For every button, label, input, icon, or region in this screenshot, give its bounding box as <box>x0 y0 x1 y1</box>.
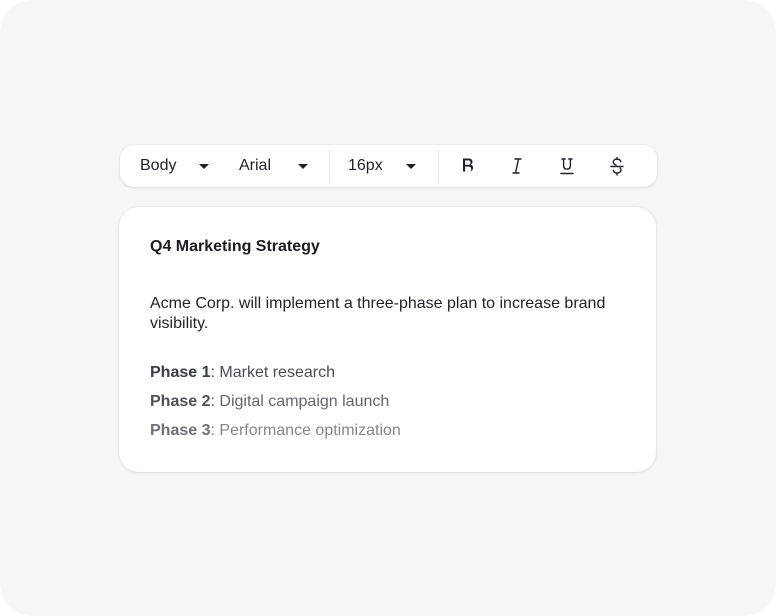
phase-label: Phase 3 <box>150 422 211 439</box>
font-size-value: 16px <box>348 157 383 174</box>
underline-icon <box>560 157 574 174</box>
phase-line-2[interactable]: Phase 2: Digital campaign launch <box>150 393 389 411</box>
italic-button[interactable] <box>503 145 531 187</box>
document-paragraph[interactable]: Acme Corp. will implement a three-phase … <box>150 294 640 334</box>
bold-button[interactable] <box>454 145 482 187</box>
underline-button[interactable] <box>553 145 581 187</box>
document-editor[interactable]: Q4 Marketing Strategy Acme Corp. will im… <box>119 207 656 472</box>
phase-label: Phase 2 <box>150 393 211 410</box>
italic-icon <box>512 158 522 174</box>
toolbar-divider <box>438 150 439 182</box>
text-style-dropdown[interactable]: Body <box>140 145 216 187</box>
app-background: Body Arial 16px Q4 Marketing Strategy Ac… <box>0 0 776 616</box>
phase-text: Market research <box>214 364 335 381</box>
strikethrough-icon <box>610 156 624 176</box>
font-family-value: Arial <box>239 157 272 174</box>
bold-icon <box>463 158 474 172</box>
caret-down-icon <box>199 164 209 169</box>
phase-text: Digital campaign launch <box>214 393 390 410</box>
strikethrough-button[interactable] <box>603 145 631 187</box>
formatting-toolbar: Body Arial 16px <box>120 145 657 187</box>
phase-label: Phase 1 <box>150 364 211 381</box>
caret-down-icon <box>406 164 416 169</box>
document-title[interactable]: Q4 Marketing Strategy <box>150 238 320 256</box>
phase-line-1[interactable]: Phase 1: Market research <box>150 364 335 382</box>
phase-text: Performance optimization <box>214 422 401 439</box>
font-family-dropdown[interactable]: Arial <box>239 145 315 187</box>
toolbar-divider <box>329 150 330 182</box>
phase-line-3[interactable]: Phase 3: Performance optimization <box>150 422 401 440</box>
font-size-dropdown[interactable]: 16px <box>348 145 424 187</box>
caret-down-icon <box>298 164 308 169</box>
text-style-value: Body <box>140 157 177 174</box>
